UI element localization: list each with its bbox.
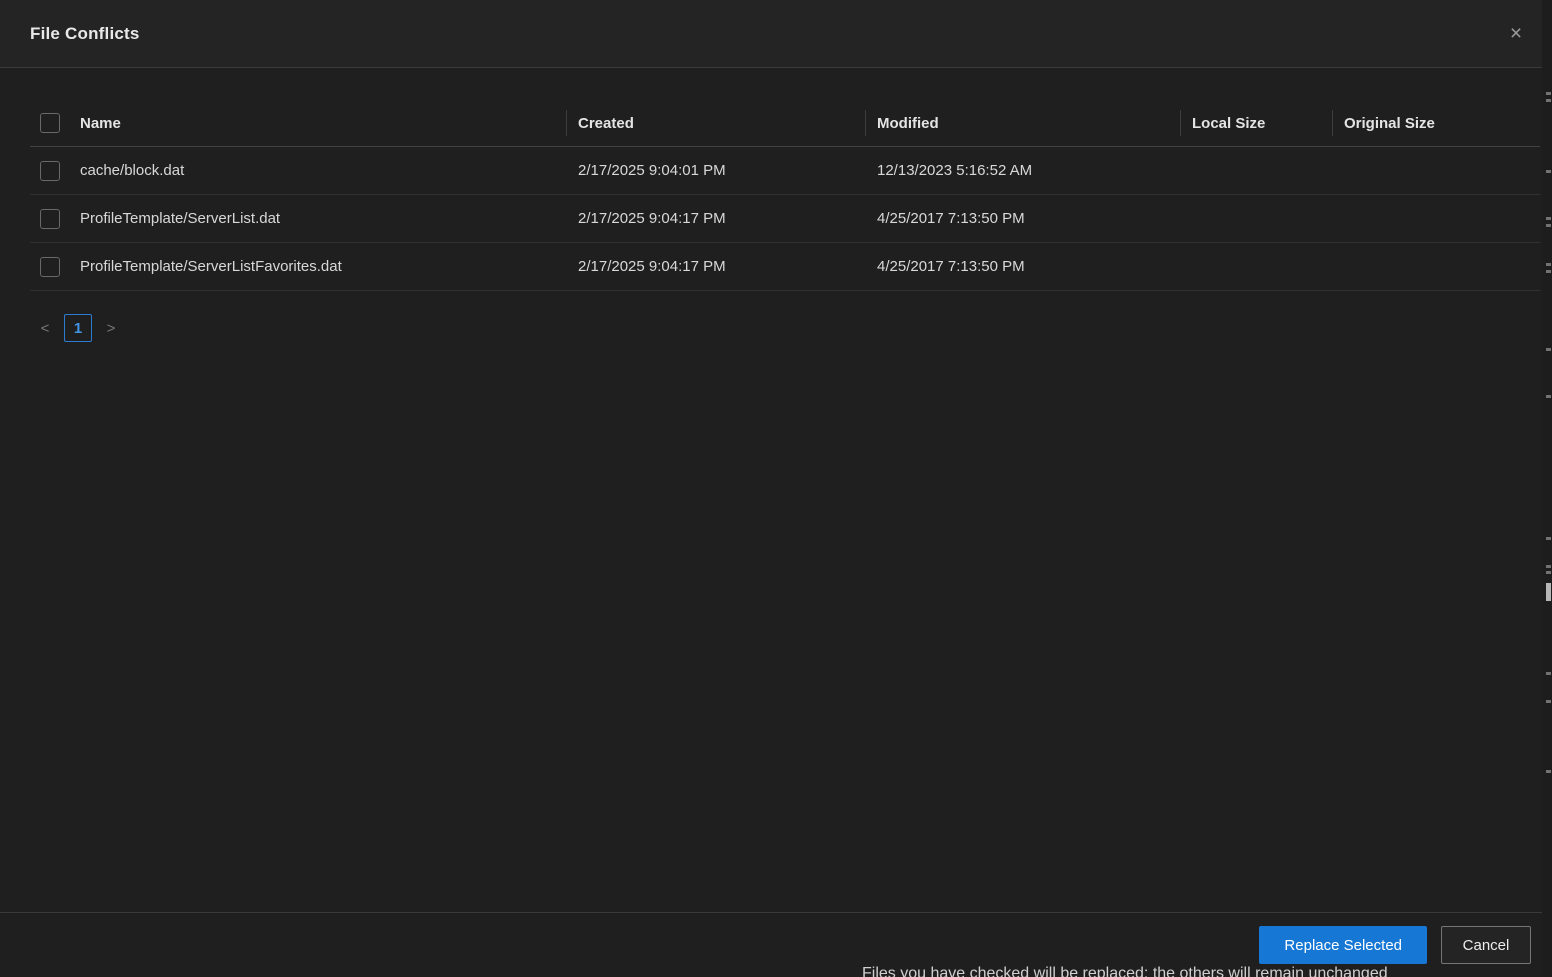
page-1-button[interactable]: 1: [64, 314, 92, 342]
cell-created: 2/17/2025 9:04:17 PM: [566, 258, 865, 275]
table-header-row: Name Created Modified Local Size Origina…: [30, 100, 1540, 147]
row-checkbox[interactable]: [40, 257, 60, 277]
chevron-right-icon[interactable]: >: [98, 314, 124, 342]
cell-created: 2/17/2025 9:04:01 PM: [566, 162, 865, 179]
cell-created: 2/17/2025 9:04:17 PM: [566, 210, 865, 227]
row-checkbox[interactable]: [40, 161, 60, 181]
select-all-checkbox[interactable]: [40, 113, 60, 133]
cell-name: cache/block.dat: [80, 162, 566, 179]
table-row[interactable]: ProfileTemplate/ServerListFavorites.dat …: [30, 243, 1540, 291]
cell-modified: 12/13/2023 5:16:52 AM: [865, 162, 1180, 179]
file-conflicts-dialog: { "dialog": { "title": "File Conflicts" …: [0, 0, 1552, 977]
column-header-local-size: Local Size: [1180, 100, 1332, 146]
clipped-hint-text: Files you have checked will be replaced;…: [862, 965, 1388, 977]
file-conflicts-table: Name Created Modified Local Size Origina…: [30, 100, 1540, 291]
table-row[interactable]: ProfileTemplate/ServerList.dat 2/17/2025…: [30, 195, 1540, 243]
column-header-modified: Modified: [865, 100, 1180, 146]
cell-modified: 4/25/2017 7:13:50 PM: [865, 210, 1180, 227]
pagination: < 1 >: [32, 314, 124, 342]
select-all-cell: [30, 100, 80, 146]
replace-selected-button[interactable]: Replace Selected: [1259, 926, 1427, 964]
table-row[interactable]: cache/block.dat 2/17/2025 9:04:01 PM 12/…: [30, 147, 1540, 195]
column-header-original-size: Original Size: [1332, 100, 1540, 146]
cell-name: ProfileTemplate/ServerList.dat: [80, 210, 566, 227]
cancel-button[interactable]: Cancel: [1441, 926, 1531, 964]
dialog-titlebar: File Conflicts ×: [0, 0, 1552, 68]
chevron-left-icon[interactable]: <: [32, 314, 58, 342]
row-checkbox[interactable]: [40, 209, 60, 229]
column-header-created: Created: [566, 100, 865, 146]
cell-modified: 4/25/2017 7:13:50 PM: [865, 258, 1180, 275]
page-title: File Conflicts: [30, 24, 140, 44]
close-icon[interactable]: ×: [1502, 20, 1530, 48]
cell-name: ProfileTemplate/ServerListFavorites.dat: [80, 258, 566, 275]
window-edge-artifact: [1542, 0, 1552, 977]
column-header-name: Name: [80, 100, 566, 146]
